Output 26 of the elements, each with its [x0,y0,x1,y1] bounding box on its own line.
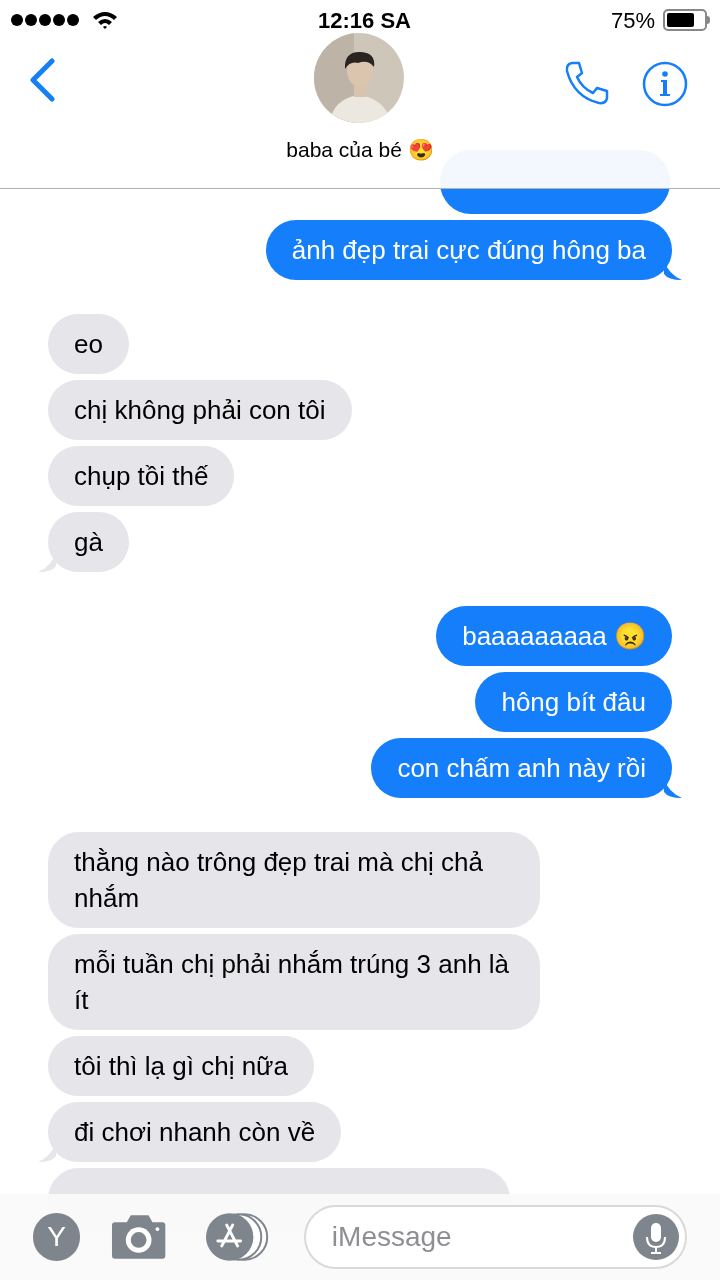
app-store-icon[interactable] [204,1213,270,1261]
message-bubble: gà [48,512,129,572]
message-bubble: thằng nào trông đẹp trai mà chị chả nhắm [48,832,540,928]
message-bubble: mỗi tuần chị phải nhắm trúng 3 anh là ít [48,934,540,1030]
message-bubble: đi chơi nhanh còn về [48,1102,342,1162]
clock-text: 12:16 SA [318,6,411,35]
battery-icon [663,9,710,31]
microphone-icon[interactable] [633,1214,679,1260]
message-bubble: hông bít đâu [475,672,672,732]
info-icon[interactable] [642,61,688,107]
phone-icon[interactable] [564,60,610,106]
message-bubble: eo [48,314,129,374]
signal-icon [10,13,80,27]
message-input-field[interactable]: iMessage [303,1205,687,1269]
message-bubble: baaaaaaaaa 😠 [436,606,672,666]
message-bubble: tôi thì lạ gì chị nữa [48,1036,314,1096]
message-bubble: con chấm anh này rồi [371,738,672,798]
back-icon[interactable] [28,58,56,102]
wifi-icon [92,10,118,30]
app-icon[interactable]: Y [33,1213,81,1261]
message-bubble: chụp tồi thế [48,446,235,506]
message-bubble: chị không phải con tôi [48,380,352,440]
battery-percentage: 75% [610,6,655,35]
message-bubble: ảnh đẹp trai cực đúng hông ba [265,220,672,280]
contact-name[interactable]: baba của bé 😍 [286,134,434,166]
camera-icon[interactable] [111,1214,167,1260]
